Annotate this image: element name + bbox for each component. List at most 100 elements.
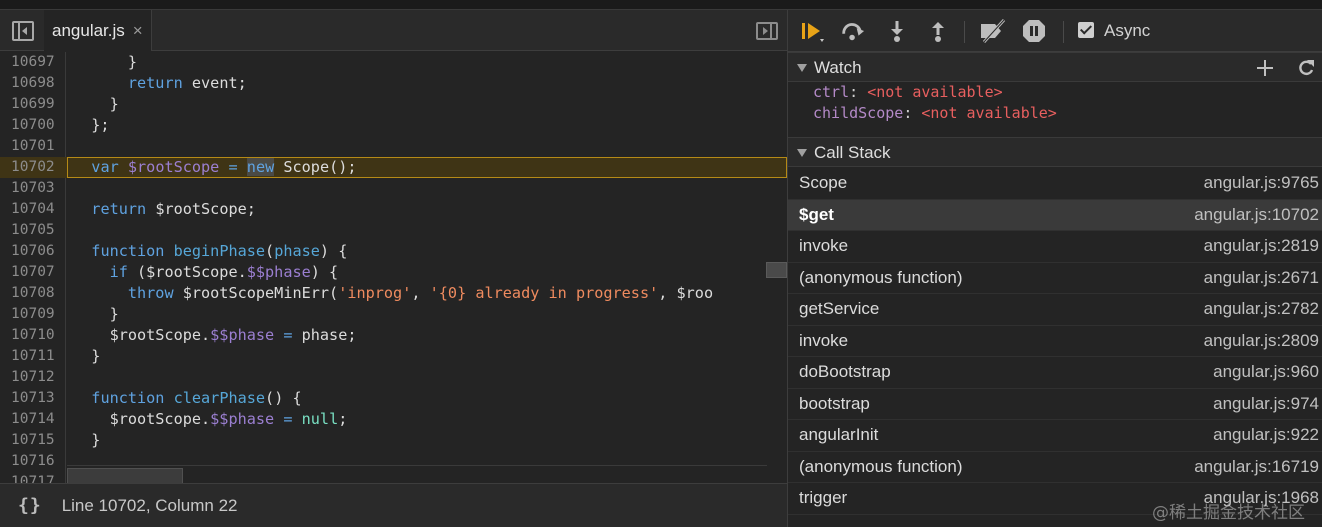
callstack-frame[interactable]: bootstrap angular.js:974 xyxy=(788,389,1322,420)
line-number[interactable]: 10703 xyxy=(11,178,65,199)
callstack-title: Call Stack xyxy=(814,143,891,162)
watch-section-header[interactable]: Watch xyxy=(788,52,1322,82)
line-number[interactable]: 10700 xyxy=(11,115,65,136)
line-number[interactable]: 10706 xyxy=(11,241,65,262)
line-number[interactable]: 10716 xyxy=(11,451,65,472)
frame-location-link[interactable]: angular.js:2671 xyxy=(1204,268,1319,288)
code-line[interactable]: 10703 xyxy=(0,178,787,199)
add-watch-icon[interactable] xyxy=(1255,58,1275,78)
line-number[interactable]: 10711 xyxy=(11,346,65,367)
watch-item[interactable]: ctrl: <not available> xyxy=(813,83,1003,104)
watch-value: <not available> xyxy=(867,83,1003,101)
line-number[interactable]: 10715 xyxy=(11,430,65,451)
code-line[interactable]: 10709 } xyxy=(0,304,787,325)
code-line[interactable]: 10708 throw $rootScopeMinErr('inprog', '… xyxy=(0,283,787,304)
tab-angular-js[interactable]: angular.js × xyxy=(44,10,152,51)
code-line[interactable]: 10705 xyxy=(0,220,787,241)
callstack-frame[interactable]: angularInit angular.js:922 xyxy=(788,420,1322,452)
code-line[interactable]: 10698 return event; xyxy=(0,73,787,94)
watch-title: Watch xyxy=(814,58,862,77)
code-text: } xyxy=(73,53,138,71)
callstack-frame[interactable]: (anonymous function) angular.js:2671 xyxy=(788,263,1322,294)
code-line[interactable]: 10700 }; xyxy=(0,115,787,136)
toggle-navigator-icon[interactable] xyxy=(12,21,34,41)
vertical-scrollbar[interactable] xyxy=(766,262,787,278)
frame-location-link[interactable]: angular.js:960 xyxy=(1213,362,1319,382)
callstack-frame[interactable]: doBootstrap angular.js:960 xyxy=(788,357,1322,389)
toggle-debugger-icon[interactable] xyxy=(756,22,778,40)
step-out-icon[interactable] xyxy=(926,19,950,43)
line-number[interactable]: 10701 xyxy=(11,136,65,157)
code-line[interactable]: 10699 } xyxy=(0,94,787,115)
line-number[interactable]: 10714 xyxy=(11,409,65,430)
line-number[interactable]: 10699 xyxy=(11,94,65,115)
line-number[interactable]: 10702 xyxy=(11,157,65,178)
deactivate-breakpoints-icon[interactable] xyxy=(978,19,1008,43)
callstack-frame[interactable]: (anonymous function) angular.js:16719 xyxy=(788,452,1322,483)
code-text: }; xyxy=(73,116,110,134)
close-icon[interactable]: × xyxy=(133,21,143,41)
line-number[interactable]: 10712 xyxy=(11,367,65,388)
watermark: @稀土掘金技术社区 xyxy=(1152,503,1305,523)
line-number[interactable]: 10705 xyxy=(11,220,65,241)
line-number[interactable]: 10708 xyxy=(11,283,65,304)
frame-location-link[interactable]: angular.js:922 xyxy=(1213,425,1319,445)
frame-location-link[interactable]: angular.js:974 xyxy=(1213,394,1319,414)
code-line[interactable]: 10713 function clearPhase() { xyxy=(0,388,787,409)
code-line[interactable]: 10714 $rootScope.$$phase = null; xyxy=(0,409,787,430)
pretty-print-button[interactable]: {} xyxy=(18,495,42,516)
line-number[interactable]: 10709 xyxy=(11,304,65,325)
frame-location-link[interactable]: angular.js:2809 xyxy=(1204,331,1319,351)
execution-line[interactable]: 10702 var $rootScope = new Scope(); xyxy=(0,157,787,178)
frame-function-name: (anonymous function) xyxy=(799,267,963,287)
code-text: function beginPhase(phase) { xyxy=(91,242,348,260)
step-over-icon[interactable] xyxy=(841,19,865,43)
line-number[interactable]: 10710 xyxy=(11,325,65,346)
frame-location-link[interactable]: angular.js:2819 xyxy=(1204,236,1319,256)
frame-location-link[interactable]: angular.js:16719 xyxy=(1194,457,1319,477)
code-text: var $rootScope = new Scope(); xyxy=(91,158,357,176)
async-checkbox[interactable] xyxy=(1078,22,1094,38)
code-text: if ($rootScope.$$phase) { xyxy=(109,263,339,281)
callstack-section-header[interactable]: Call Stack xyxy=(788,137,1322,167)
line-number[interactable]: 10704 xyxy=(11,199,65,220)
step-into-icon[interactable] xyxy=(885,19,909,43)
callstack-frame[interactable]: invoke angular.js:2819 xyxy=(788,231,1322,263)
code-line[interactable]: 10707 if ($rootScope.$$phase) { xyxy=(0,262,787,283)
line-number[interactable]: 10698 xyxy=(11,73,65,94)
top-strip xyxy=(0,0,1322,10)
callstack-frame[interactable]: Scope angular.js:9765 xyxy=(788,168,1322,200)
line-number[interactable]: 10707 xyxy=(11,262,65,283)
refresh-icon[interactable] xyxy=(1296,58,1316,78)
toolbar-separator xyxy=(1063,21,1064,43)
code-text: throw $rootScopeMinErr('inprog', '{0} al… xyxy=(127,284,714,302)
code-line[interactable]: 10701 xyxy=(0,136,787,157)
cursor-position: Line 10702, Column 22 xyxy=(61,495,238,515)
code-line[interactable]: 10712 xyxy=(0,367,787,388)
code-text: } xyxy=(73,305,119,323)
code-line[interactable]: 10706 function beginPhase(phase) { xyxy=(0,241,787,262)
code-line[interactable]: 10711 } xyxy=(0,346,787,367)
line-number[interactable]: 10697 xyxy=(11,52,65,73)
code-text: $rootScope.$$phase = null; xyxy=(73,410,348,428)
code-text: } xyxy=(73,431,101,449)
horizontal-scroll-thumb[interactable] xyxy=(67,468,183,484)
horizontal-scrollbar[interactable] xyxy=(67,465,767,484)
code-line[interactable]: 10697 } xyxy=(0,52,787,73)
pause-on-exceptions-icon[interactable] xyxy=(1022,19,1046,43)
callstack-frame[interactable]: getService angular.js:2782 xyxy=(788,294,1322,326)
code-line[interactable]: 10710 $rootScope.$$phase = phase; xyxy=(0,325,787,346)
callstack-frame[interactable]: $get angular.js:10702 xyxy=(788,199,1322,231)
line-number[interactable]: 10713 xyxy=(11,388,65,409)
code-line[interactable]: 10715 } xyxy=(0,430,787,451)
frame-location-link[interactable]: angular.js:10702 xyxy=(1194,205,1319,225)
watch-list: ctrl: <not available> childScope: <not a… xyxy=(788,83,1322,136)
frame-location-link[interactable]: angular.js:2782 xyxy=(1204,299,1319,319)
line-number[interactable]: 10717 xyxy=(11,472,65,483)
code-editor[interactable]: 10697 } 10698 return event; 10699 } 10700 }… xyxy=(0,52,787,483)
watch-item[interactable]: childScope: <not available> xyxy=(813,104,1057,125)
callstack-frame[interactable]: invoke angular.js:2809 xyxy=(788,326,1322,357)
frame-location-link[interactable]: angular.js:9765 xyxy=(1204,173,1319,193)
resume-icon[interactable] xyxy=(800,19,824,43)
code-line[interactable]: 10704 return $rootScope; xyxy=(0,199,787,220)
